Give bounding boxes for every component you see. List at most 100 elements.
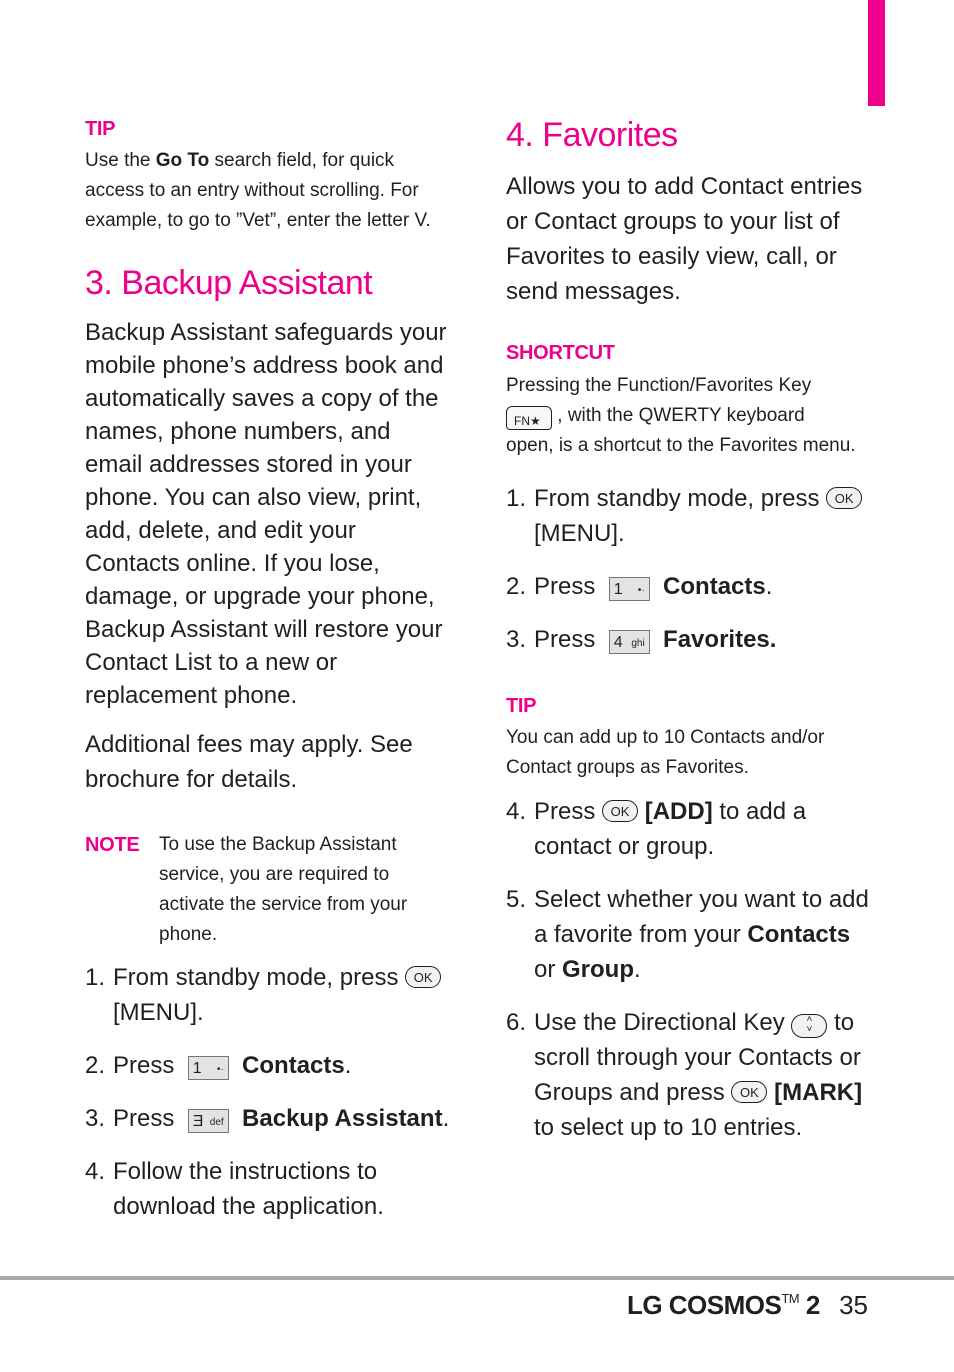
contacts-label: Contacts — [663, 573, 766, 600]
mark-label: [MARK] — [774, 1079, 863, 1106]
backup-paragraph: Backup Assistant safeguards your mobile … — [85, 319, 447, 709]
step-number: 3. — [506, 626, 527, 653]
step-punct: . — [618, 520, 625, 547]
key-1-icon: 1 •· — [608, 577, 650, 601]
page-number: 35 — [839, 1290, 868, 1320]
favorites-label: Favorites. — [663, 626, 777, 653]
contacts-label: Contacts — [242, 1052, 345, 1079]
key-sub: ghi — [631, 638, 645, 649]
step-number: 5. — [506, 886, 527, 913]
key-digit: 4 — [613, 634, 623, 651]
step-number: 3. — [85, 1105, 106, 1132]
key-sub: •· — [637, 585, 645, 596]
page-footer: LG COSMOSTM 2 35 — [627, 1290, 868, 1321]
note-block: NOTE To use the Backup Assistant service… — [85, 830, 455, 950]
directional-key-icon: ˄ ˅ — [791, 1014, 828, 1038]
favorites-steps-a: 1. From standby mode, press OK [MENU]. 2… — [506, 481, 876, 657]
step-number: 6. — [506, 1009, 527, 1036]
step-number: 4. — [506, 798, 527, 825]
step-text: Press OK [ADD] to add a contact or group… — [534, 794, 876, 864]
add-label: [ADD] — [644, 798, 713, 825]
step-text-main: Press — [113, 1105, 175, 1132]
step-text-main: Press — [534, 798, 596, 825]
step-text-mid: or — [534, 956, 563, 983]
group-label: Group — [562, 956, 635, 983]
section-heading-backup-assistant: 3. Backup Assistant — [85, 264, 373, 302]
menu-label: [MENU] — [534, 520, 618, 547]
tip-text: You can add up to 10 Contacts and/or Con… — [506, 727, 825, 778]
step-number: 2. — [85, 1052, 106, 1079]
step-3: 3. Press Ǝdef Backup Assistant. — [85, 1101, 455, 1136]
backup-steps: 1. From standby mode, press OK [MENU]. 2… — [85, 960, 455, 1224]
step-text-main: Press — [534, 626, 596, 653]
step-1: 1. From standby mode, press OK [MENU]. — [506, 481, 876, 551]
tip-text-before: Use the — [85, 150, 156, 171]
step-text: From standby mode, press OK [MENU]. — [534, 481, 876, 551]
step-5: 5. Select whether you want to add a favo… — [506, 882, 876, 987]
ok-key-icon: OK — [826, 487, 863, 509]
step-text: Press 1 •· Contacts. — [534, 569, 876, 604]
shortcut-text-3: open, is a shortcut to the Favorites men… — [506, 435, 856, 456]
key-4-icon: 4 ghi — [608, 630, 650, 654]
footer-brand: LG COSMOSTM 2 — [627, 1290, 820, 1320]
step-punct: . — [442, 1105, 450, 1132]
section-heading-favorites: 4. Favorites — [506, 116, 678, 154]
trademark-symbol: TM — [781, 1291, 800, 1306]
shortcut-text: Pressing the Function/Favorites Key FN★ … — [506, 371, 876, 461]
step-text-main: Use the Directional Key — [534, 1009, 785, 1036]
menu-label: [MENU] — [113, 999, 197, 1026]
note-text: To use the Backup Assistant service, you… — [159, 834, 408, 945]
key-digit: Ǝ — [192, 1113, 204, 1130]
step-number: 1. — [506, 485, 527, 512]
step-text: Follow the instructions to download the … — [113, 1158, 384, 1220]
step-number: 1. — [85, 964, 106, 991]
shortcut-label: SHORTCUT — [506, 342, 615, 364]
contacts-label: Contacts — [747, 921, 851, 948]
tip-label: TIP — [506, 695, 537, 717]
step-text-main: From standby mode, press — [534, 485, 820, 512]
step-2: 2. Press 1 •· Contacts. — [506, 569, 876, 604]
key-digit: 1 — [192, 1060, 202, 1077]
step-4: 4. Press OK [ADD] to add a contact or gr… — [506, 794, 876, 864]
key-3-icon: Ǝdef — [187, 1109, 229, 1133]
shortcut-text-1: Pressing the Function/Favorites Key — [506, 375, 812, 396]
step-text-main: From standby mode, press — [113, 964, 399, 991]
step-text-main: Press — [534, 573, 596, 600]
tip-label: TIP — [85, 118, 116, 140]
step-3: 3. Press 4 ghi Favorites. — [506, 622, 876, 657]
step-text: Press Ǝdef Backup Assistant. — [113, 1101, 455, 1136]
key-digit: 1 — [613, 581, 623, 598]
ok-key-icon: OK — [405, 966, 442, 988]
step-4: 4. Follow the instructions to download t… — [85, 1154, 455, 1224]
step-number: 4. — [85, 1158, 106, 1185]
shortcut-text-2: , with the QWERTY keyboard — [557, 405, 805, 426]
fees-paragraph: Additional fees may apply. See brochure … — [85, 731, 413, 793]
key-sub: •· — [216, 1064, 224, 1075]
step-6: 6. Use the Directional Key ˄ ˅ to scroll … — [506, 1005, 876, 1145]
step-punct: . — [344, 1052, 352, 1079]
step-punct: . — [197, 999, 204, 1026]
step-text: Press 4 ghi Favorites. — [534, 622, 876, 657]
section-tab-marker — [868, 0, 885, 106]
note-label: NOTE — [85, 834, 140, 856]
step-text: Select whether you want to add a favorit… — [534, 882, 876, 987]
key-sub: def — [209, 1117, 224, 1128]
fn-favorites-key-icon: FN★ — [506, 406, 552, 430]
step-number: 2. — [506, 573, 527, 600]
step-text-after: to select up to 10 entries. — [534, 1114, 803, 1141]
tip-text: Use the Go To search field, for quick ac… — [85, 146, 455, 236]
ok-key-icon: OK — [602, 800, 639, 822]
key-1-icon: 1 •· — [187, 1056, 229, 1080]
ok-key-icon: OK — [731, 1081, 768, 1103]
step-text: Use the Directional Key ˄ ˅ to scroll thr… — [534, 1005, 876, 1145]
step-punct: . — [634, 956, 641, 983]
favorites-steps-b: 4. Press OK [ADD] to add a contact or gr… — [506, 794, 876, 1145]
step-text: From standby mode, press OK [MENU]. — [113, 960, 455, 1030]
step-text-main: Press — [113, 1052, 175, 1079]
brand-name: LG COSMOS — [626, 1290, 782, 1320]
favorites-paragraph: Allows you to add Contact entries or Con… — [506, 173, 863, 305]
step-1: 1. From standby mode, press OK [MENU]. — [85, 960, 455, 1030]
backup-assistant-label: Backup Assistant — [242, 1105, 443, 1132]
step-2: 2. Press 1 •· Contacts. — [85, 1048, 455, 1083]
step-text: Press 1 •· Contacts. — [113, 1048, 455, 1083]
